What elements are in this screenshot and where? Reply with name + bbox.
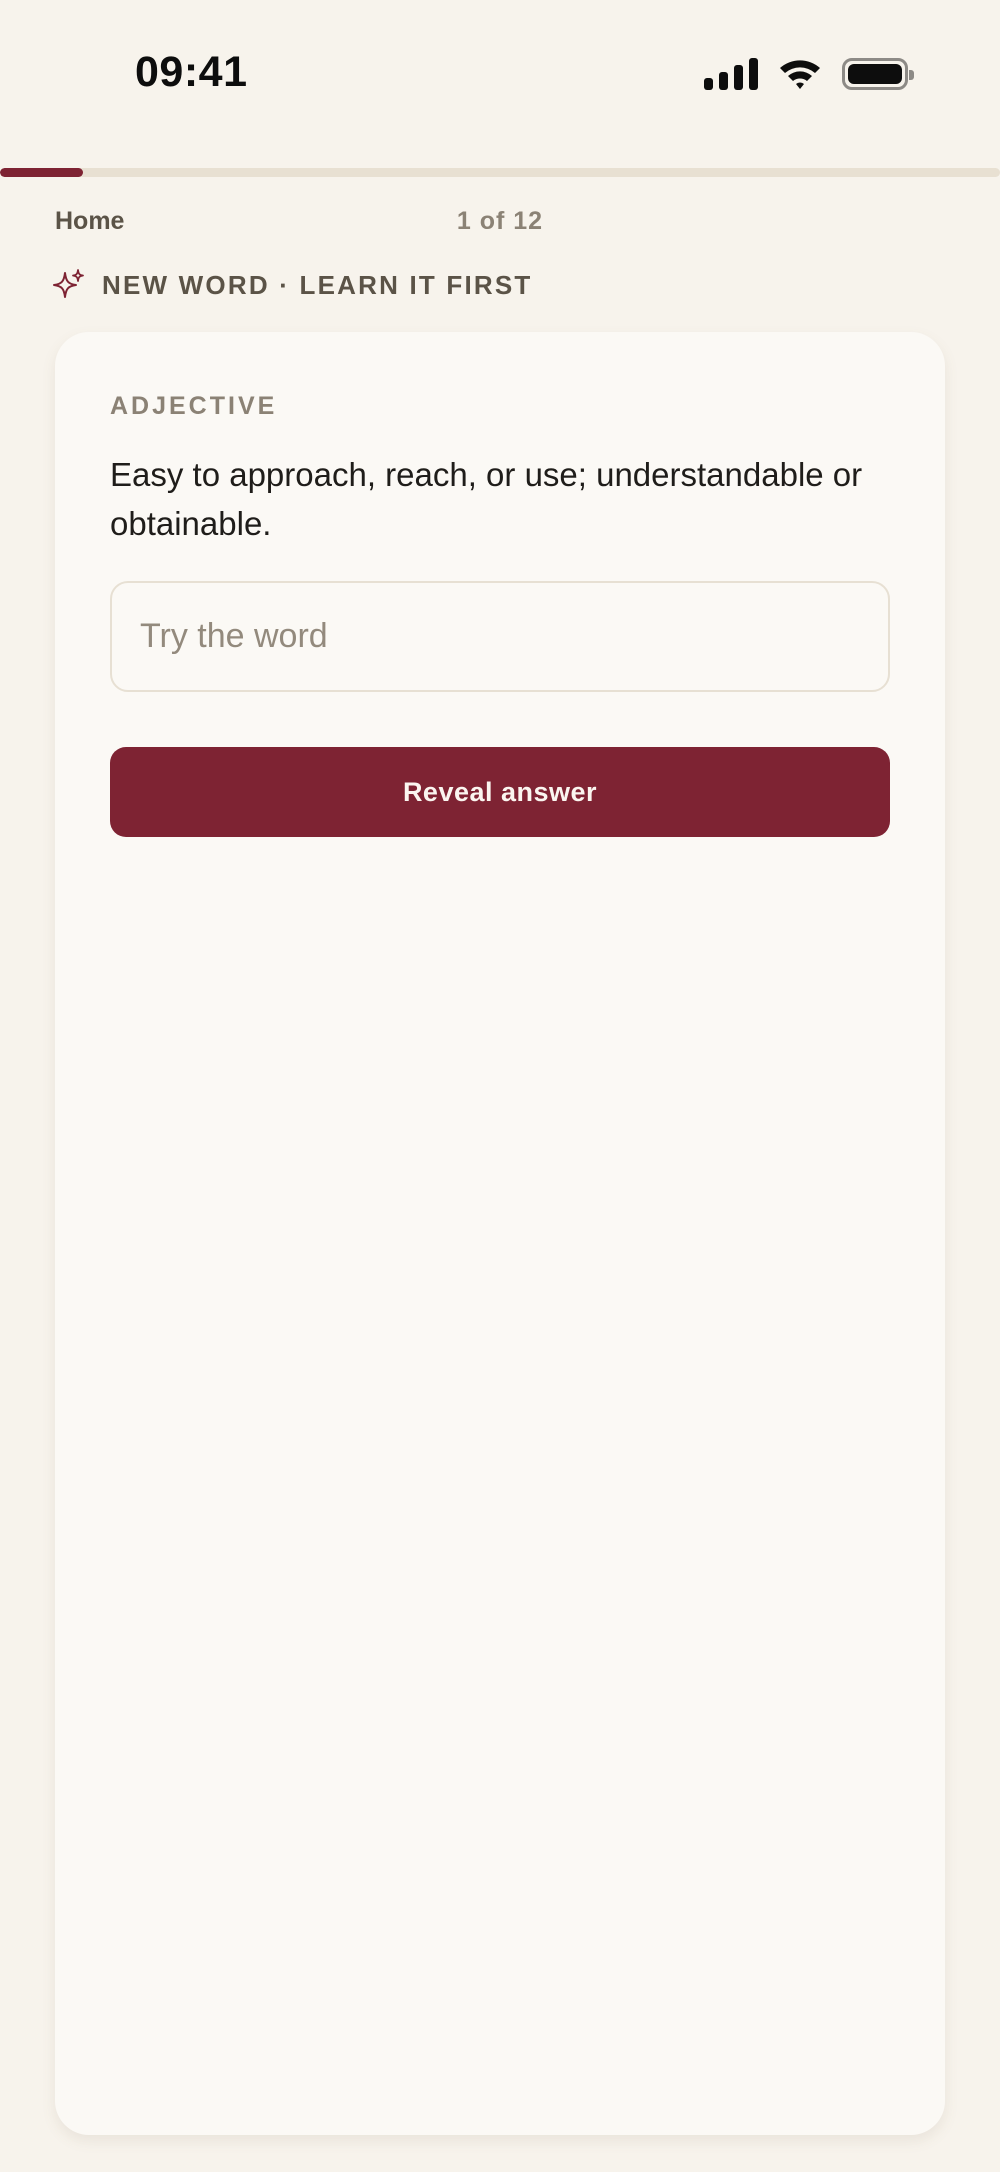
tag-text: NEW WORD · LEARN IT FIRST [102,269,533,300]
wifi-icon [780,60,820,89]
definition-text: Easy to approach, reach, or use; underst… [110,456,863,542]
word-answer-input[interactable] [110,581,890,692]
status-bar: 09:41 [0,0,1000,150]
lesson-progress-fill [0,168,84,177]
new-word-tag: NEW WORD · LEARN IT FIRST [52,268,533,302]
lesson-progress-bar [0,168,1000,177]
question-counter: 1 of 12 [456,207,544,235]
reveal-answer-button[interactable]: Reveal answer [110,747,890,837]
cellular-signal-icon [704,58,758,90]
status-icons [704,54,914,94]
sparkles-icon [53,269,84,298]
battery-icon [842,58,914,90]
status-time: 09:41 [135,48,248,96]
part-of-speech-label: ADJECTIVE [110,392,278,420]
word-card: ADJECTIVE Easy to approach, reach, or us… [55,332,945,2135]
